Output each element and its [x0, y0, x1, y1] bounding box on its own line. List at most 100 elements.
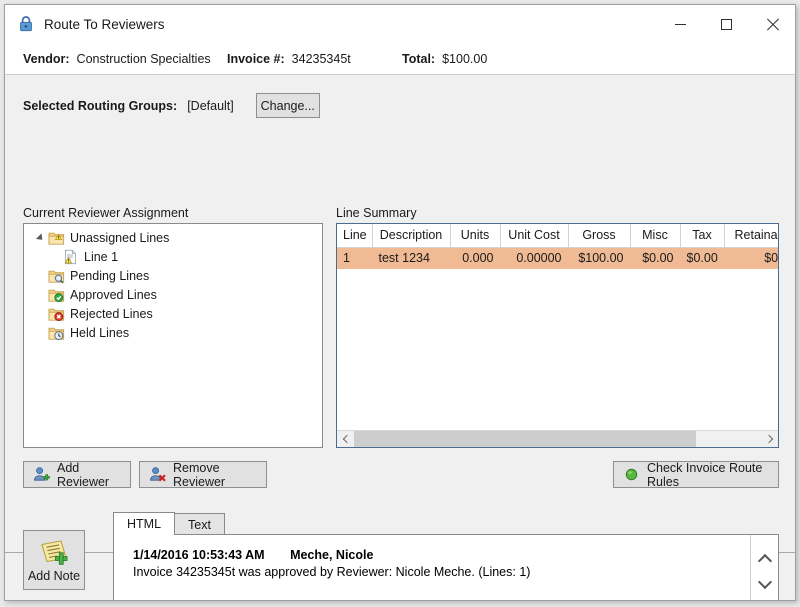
- cell-misc: $0.00: [630, 247, 680, 269]
- line-summary-label: Line Summary: [336, 206, 417, 220]
- column-header-units[interactable]: Units: [450, 224, 501, 248]
- maximize-button[interactable]: [703, 5, 749, 43]
- column-header-misc[interactable]: Misc: [630, 224, 681, 248]
- column-header-line[interactable]: Line: [337, 224, 373, 248]
- cell-units: 0.000: [450, 247, 500, 269]
- current-reviewer-assignment-label: Current Reviewer Assignment: [23, 206, 189, 220]
- cell-retainage: $0.00: [724, 247, 778, 269]
- column-header-unit-cost[interactable]: Unit Cost: [500, 224, 569, 248]
- cell-unit-cost: 0.00000: [500, 247, 568, 269]
- scroll-right-button[interactable]: [761, 430, 778, 447]
- add-reviewer-label: Add Reviewer: [57, 460, 110, 489]
- column-header-tax[interactable]: Tax: [680, 224, 725, 248]
- invoice-number-group: Invoice #: 34235345t: [227, 52, 402, 66]
- remove-reviewer-button[interactable]: Remove Reviewer: [139, 460, 267, 489]
- window-controls: [657, 5, 795, 43]
- folder-approved-icon: [48, 289, 65, 302]
- notes-tab-strip: HTML Text: [113, 512, 779, 535]
- scrollbar-thumb[interactable]: [354, 430, 696, 447]
- tree-item-pending-lines[interactable]: Pending Lines: [24, 266, 322, 285]
- close-icon: [766, 18, 779, 31]
- column-header-retainage[interactable]: Retainage: [724, 224, 778, 248]
- column-header-description[interactable]: Description: [372, 224, 451, 248]
- expand-collapse-toggle[interactable]: [32, 230, 48, 246]
- lock-icon: [20, 16, 32, 32]
- vendor-group: Vendor: Construction Specialties: [23, 52, 227, 66]
- note-list: 1/14/2016 10:53:43 AM Meche, Nicole Invo…: [114, 535, 750, 600]
- chevron-right-icon: [764, 434, 773, 444]
- close-button[interactable]: [749, 5, 795, 43]
- tree-item-label: Line 1: [84, 249, 119, 264]
- chevron-down-icon[interactable]: [759, 575, 770, 586]
- tree-item-held-lines[interactable]: Held Lines: [24, 323, 322, 342]
- invoice-number-value: 34235345t: [291, 51, 351, 66]
- note-entry-text: Invoice 34235345t was approved by Review…: [133, 565, 531, 579]
- maximize-icon: [720, 18, 732, 30]
- column-header-gross[interactable]: Gross: [568, 224, 631, 248]
- routing-groups-label: Selected Routing Groups:: [23, 98, 178, 113]
- folder-pending-icon: [48, 270, 65, 283]
- line-summary-grid[interactable]: Line Description Units Unit Cost Gross M…: [336, 223, 779, 448]
- tree-item-label: Held Lines: [70, 325, 130, 340]
- dialog-body: Selected Routing Groups: [Default] Chang…: [5, 75, 795, 600]
- note-author: Meche, Nicole: [290, 548, 374, 562]
- chevron-up-icon[interactable]: [759, 554, 770, 565]
- title-bar: Route To Reviewers: [5, 5, 795, 43]
- minimize-icon: [674, 23, 686, 25]
- note-entry-header: 1/14/2016 10:53:43 AM Meche, Nicole: [133, 548, 740, 562]
- window-title: Route To Reviewers: [44, 16, 165, 32]
- tree-item-label: Rejected Lines: [70, 306, 153, 321]
- tab-text[interactable]: Text: [174, 513, 225, 535]
- cell-description: test 1234: [372, 247, 450, 269]
- change-routing-groups-button[interactable]: Change...: [255, 93, 320, 118]
- cell-line: 1: [337, 247, 372, 269]
- minimize-button[interactable]: [657, 5, 703, 43]
- note-timestamp: 1/14/2016 10:53:43 AM: [133, 548, 265, 562]
- notes-content-area: 1/14/2016 10:53:43 AM Meche, Nicole Invo…: [113, 534, 779, 600]
- user-remove-icon: [150, 467, 166, 482]
- folder-held-icon: [48, 327, 65, 340]
- vendor-label: Vendor:: [23, 51, 70, 66]
- folder-warning-icon: [48, 232, 65, 245]
- cell-tax: $0.00: [680, 247, 724, 269]
- add-note-button[interactable]: Add Note: [23, 530, 85, 590]
- table-row[interactable]: 1 test 1234 0.000 0.00000 $100.00 $0.00 …: [337, 247, 778, 269]
- invoice-number-label: Invoice #:: [227, 51, 285, 66]
- vendor-value: Construction Specialties: [76, 51, 211, 66]
- scroll-left-button[interactable]: [337, 430, 354, 447]
- notes-scroll-controls[interactable]: [750, 535, 778, 600]
- tree-item-line-1[interactable]: Line 1: [24, 247, 322, 266]
- tree-item-rejected-lines[interactable]: Rejected Lines: [24, 304, 322, 323]
- reviewer-assignment-tree[interactable]: Unassigned Lines Line 1 Pending Lines Ap…: [23, 223, 323, 448]
- invoice-header-bar: Vendor: Construction Specialties Invoice…: [5, 43, 795, 75]
- add-reviewer-button[interactable]: Add Reviewer: [23, 460, 131, 489]
- tree-item-label: Approved Lines: [70, 287, 157, 302]
- routing-groups-row: Selected Routing Groups: [Default] Chang…: [23, 93, 320, 118]
- cell-gross: $100.00: [568, 247, 630, 269]
- user-add-icon: [34, 467, 50, 481]
- remove-reviewer-label: Remove Reviewer: [173, 460, 226, 489]
- scrollbar-track[interactable]: [354, 430, 761, 447]
- check-rules-label: Check Invoice Route Rules: [647, 460, 763, 489]
- notes-panel: HTML Text 1/14/2016 10:53:43 AM Meche, N…: [113, 512, 779, 600]
- total-value: $100.00: [442, 51, 488, 66]
- tree-item-label: Pending Lines: [70, 268, 150, 283]
- document-warning-icon: [64, 249, 76, 264]
- check-invoice-route-rules-button[interactable]: Check Invoice Route Rules: [613, 460, 779, 489]
- chevron-left-icon: [342, 434, 351, 444]
- tab-html[interactable]: HTML: [113, 512, 176, 535]
- route-to-reviewers-window: Route To Reviewers Vendor: Construction …: [4, 4, 796, 601]
- tree-item-unassigned-lines[interactable]: Unassigned Lines: [24, 228, 322, 247]
- total-group: Total: $100.00: [402, 52, 487, 66]
- note-add-icon: [41, 539, 68, 565]
- line-summary-table: Line Description Units Unit Cost Gross M…: [337, 224, 778, 269]
- grid-horizontal-scrollbar[interactable]: [337, 430, 778, 447]
- chevron-down-icon: [35, 232, 45, 243]
- add-note-label: Add Note: [27, 568, 81, 583]
- tree-item-approved-lines[interactable]: Approved Lines: [24, 285, 322, 304]
- total-label: Total:: [402, 51, 436, 66]
